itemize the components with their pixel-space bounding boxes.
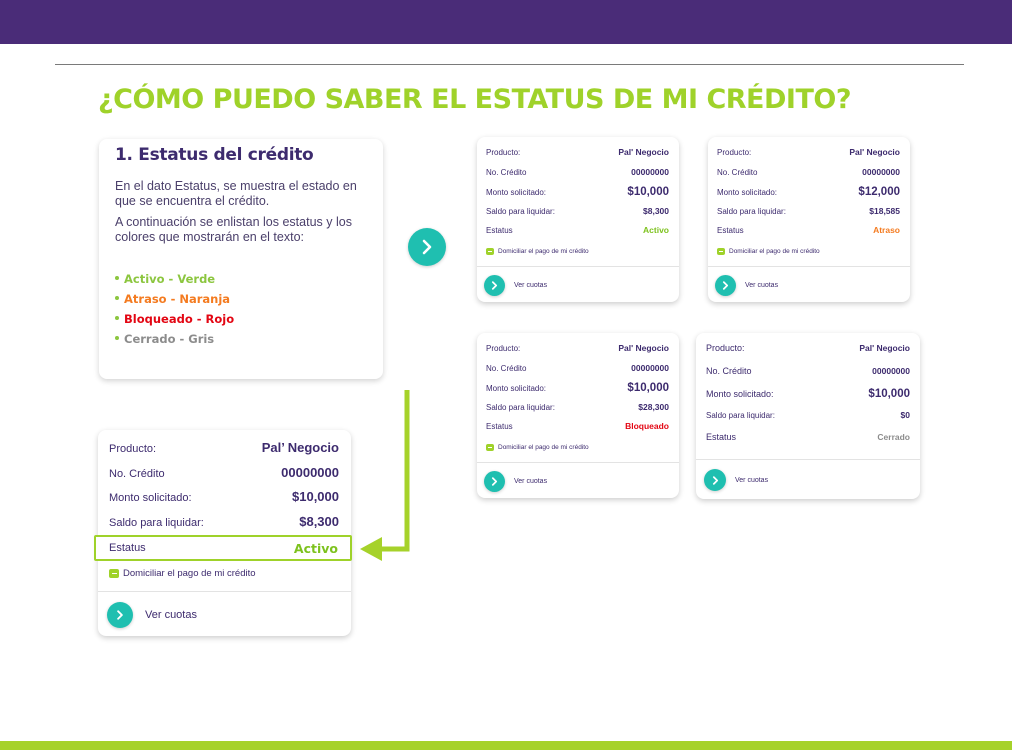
domiciliar-checkbox[interactable]: Domiciliar el pago de mi crédito [717, 245, 900, 259]
bullet-icon [115, 295, 119, 300]
checkbox-icon [486, 248, 494, 255]
row-saldo: Saldo para liquidar: $0 [706, 409, 910, 420]
row-no-credito: No. Crédito 00000000 [109, 464, 339, 480]
ver-cuotas-link[interactable]: Ver cuotas [704, 469, 768, 491]
estatus-highlight: Estatus Activo [94, 535, 352, 561]
row-saldo: Saldo para liquidar: $18,585 [717, 205, 900, 216]
ver-cuotas-link[interactable]: Ver cuotas [107, 602, 197, 628]
panel-heading: 1. Estatus del crédito [115, 145, 314, 165]
checkbox-icon [109, 568, 119, 578]
row-saldo: Saldo para liquidar: $8,300 [486, 205, 669, 216]
status-explanation-panel: 1. Estatus del crédito En el dato Estatu… [99, 139, 383, 379]
row-no-credito: No. Crédito 00000000 [486, 166, 669, 177]
domiciliar-checkbox[interactable]: Domiciliar el pago de mi crédito [486, 441, 669, 455]
credit-card-cerrado: Producto: Pal' Negocio No. Crédito 0000000… [696, 333, 920, 499]
row-monto: Monto solicitado: $10,000 [109, 489, 339, 504]
chevron-right-icon [715, 275, 736, 296]
bullet-icon [115, 315, 119, 320]
legend-item-atraso: Atraso - Naranja [115, 289, 367, 309]
next-button[interactable] [408, 228, 446, 266]
panel-paragraph-1: En el dato Estatus, se muestra el estado… [115, 179, 357, 208]
credit-card-atraso: Producto: Pal' Negocio No. Crédito 0000000… [708, 137, 910, 302]
row-monto: Monto solicitado: $12,000 [717, 186, 900, 198]
credit-card-bloqueado: Producto: Pal' Negocio No. Crédito 0000000… [477, 333, 679, 498]
chevron-right-icon [484, 471, 505, 492]
row-producto: Producto: Pal' Negocio [486, 343, 669, 353]
row-estatus: Estatus Activo [486, 225, 669, 235]
status-value: Activo [643, 225, 669, 235]
row-producto: Producto: Pal' Negocio [717, 147, 900, 157]
checkbox-icon [486, 444, 494, 451]
credit-card-activo: Producto: Pal' Negocio No. Crédito 0000000… [477, 137, 679, 302]
ver-cuotas-link[interactable]: Ver cuotas [484, 471, 547, 492]
footer-bar [0, 741, 1012, 750]
panel-paragraph-2: A continuación se enlistan los estatus y… [115, 215, 352, 244]
checkbox-icon [717, 248, 725, 255]
row-estatus: Estatus Cerrado [706, 431, 910, 442]
row-monto: Monto solicitado: $10,000 [486, 186, 669, 198]
row-estatus: Estatus Bloqueado [486, 421, 669, 431]
row-estatus: Estatus Atraso [717, 225, 900, 235]
status-legend: Activo - Verde Atraso - Naranja Bloquead… [115, 269, 367, 349]
chevron-right-icon [704, 469, 726, 491]
bullet-icon [115, 335, 119, 340]
ver-cuotas-link[interactable]: Ver cuotas [484, 275, 547, 296]
row-monto: Monto solicitado: $10,000 [706, 387, 910, 400]
row-no-credito: No. Crédito 00000000 [706, 365, 910, 376]
status-value: Bloqueado [625, 421, 669, 431]
row-no-credito: No. Crédito 00000000 [486, 362, 669, 373]
status-value: Atraso [873, 225, 900, 235]
status-value: Activo [293, 540, 338, 556]
legend-item-bloqueado: Bloqueado - Rojo [115, 309, 367, 329]
status-value: Cerrado [877, 431, 910, 442]
credit-card-example: Producto: Pal’ Negocio No. Crédito 0000000… [98, 430, 351, 636]
ver-cuotas-link[interactable]: Ver cuotas [715, 275, 778, 296]
row-producto: Producto: Pal’ Negocio [109, 440, 339, 455]
legend-item-activo: Activo - Verde [115, 269, 367, 289]
legend-item-cerrado: Cerrado - Gris [115, 329, 367, 349]
chevron-right-icon [422, 239, 432, 255]
chevron-right-icon [107, 602, 133, 628]
domiciliar-checkbox[interactable]: Domiciliar el pago de mi crédito [109, 562, 339, 584]
header-bar [0, 0, 1012, 44]
chevron-right-icon [484, 275, 505, 296]
row-saldo: Saldo para liquidar: $28,300 [486, 401, 669, 412]
bullet-icon [115, 275, 119, 280]
row-producto: Producto: Pal' Negocio [486, 147, 669, 157]
row-no-credito: No. Crédito 00000000 [717, 166, 900, 177]
divider [55, 64, 964, 65]
arrow-left-icon [360, 390, 410, 561]
domiciliar-checkbox[interactable]: Domiciliar el pago de mi crédito [486, 245, 669, 259]
row-producto: Producto: Pal' Negocio [706, 343, 910, 353]
page-title: ¿CÓMO PUEDO SABER EL ESTATUS DE MI CRÉDI… [98, 84, 851, 115]
row-monto: Monto solicitado: $10,000 [486, 382, 669, 394]
